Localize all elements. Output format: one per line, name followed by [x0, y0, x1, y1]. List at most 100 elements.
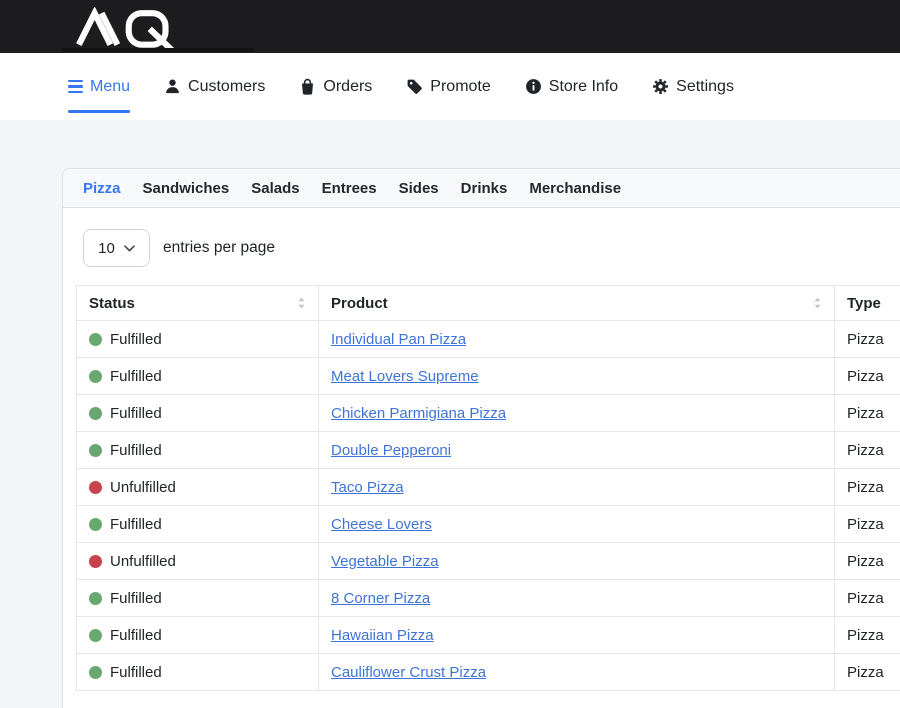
page-size-row: 10 entries per page: [83, 229, 900, 267]
product-cell: Hawaiian Pizza: [319, 617, 835, 654]
nav-item-settings[interactable]: Settings: [652, 78, 734, 96]
logo-underline: [62, 48, 254, 52]
status-cell: Fulfilled: [77, 395, 319, 432]
column-header-type[interactable]: Type: [835, 286, 900, 321]
product-cell: Taco Pizza: [319, 469, 835, 506]
nav-item-label: Customers: [188, 78, 265, 96]
status-dot-icon: [89, 444, 102, 457]
status-dot-icon: [89, 481, 102, 494]
table-row: Fulfilled Chicken Parmigiana Pizza Pizza: [77, 395, 900, 432]
category-tabs: Pizza Sandwiches Salads Entrees Sides Dr…: [63, 169, 900, 208]
tab-pizza[interactable]: Pizza: [83, 180, 121, 197]
status-dot-icon: [89, 407, 102, 420]
column-label: Status: [89, 295, 135, 312]
type-cell: Pizza: [835, 580, 900, 617]
tab-entrees[interactable]: Entrees: [322, 180, 377, 197]
tag-icon: [406, 78, 423, 95]
status-cell: Unfulfilled: [77, 543, 319, 580]
status-cell: Fulfilled: [77, 432, 319, 469]
bag-icon: [299, 78, 316, 95]
card-body: 10 entries per page Status: [63, 208, 900, 708]
column-header-status[interactable]: Status: [77, 286, 319, 321]
menu-icon: [68, 80, 83, 94]
nav-item-promote[interactable]: Promote: [406, 78, 490, 96]
product-link[interactable]: Cauliflower Crust Pizza: [331, 664, 486, 681]
type-cell: Pizza: [835, 469, 900, 506]
page-size-label: entries per page: [163, 239, 275, 257]
info-icon: [525, 78, 542, 95]
page-size-select[interactable]: 10: [83, 229, 150, 267]
gear-icon: [652, 78, 669, 95]
status-label: Fulfilled: [110, 368, 162, 385]
status-cell: Fulfilled: [77, 617, 319, 654]
nav-item-customers[interactable]: Customers: [164, 78, 265, 96]
tab-drinks[interactable]: Drinks: [461, 180, 508, 197]
tab-merchandise[interactable]: Merchandise: [529, 180, 621, 197]
nav-item-label: Store Info: [549, 78, 618, 96]
type-cell: Pizza: [835, 432, 900, 469]
status-label: Fulfilled: [110, 405, 162, 422]
status-label: Fulfilled: [110, 516, 162, 533]
status-cell: Unfulfilled: [77, 469, 319, 506]
person-icon: [164, 78, 181, 95]
table-row: Unfulfilled Taco Pizza Pizza: [77, 469, 900, 506]
table-body: Fulfilled Individual Pan Pizza Pizza Ful…: [77, 321, 900, 691]
product-link[interactable]: Individual Pan Pizza: [331, 331, 466, 348]
status-label: Fulfilled: [110, 442, 162, 459]
column-label: Product: [331, 295, 388, 312]
products-table: Status Product Type Fulfi: [76, 285, 900, 691]
page-size-value: 10: [98, 240, 115, 257]
sort-icon[interactable]: [297, 297, 306, 309]
product-cell: Chicken Parmigiana Pizza: [319, 395, 835, 432]
table-header-row: Status Product Type: [77, 286, 900, 321]
nav-item-label: Promote: [430, 78, 490, 96]
status-cell: Fulfilled: [77, 321, 319, 358]
product-link[interactable]: Cheese Lovers: [331, 516, 432, 533]
status-dot-icon: [89, 555, 102, 568]
status-dot-icon: [89, 592, 102, 605]
product-link[interactable]: Double Pepperoni: [331, 442, 451, 459]
tab-salads[interactable]: Salads: [251, 180, 299, 197]
status-cell: Fulfilled: [77, 654, 319, 691]
sort-icon[interactable]: [813, 297, 822, 309]
nav-item-menu[interactable]: Menu: [68, 78, 130, 96]
nav-item-orders[interactable]: Orders: [299, 78, 372, 96]
type-cell: Pizza: [835, 654, 900, 691]
status-label: Unfulfilled: [110, 479, 176, 496]
product-link[interactable]: Vegetable Pizza: [331, 553, 439, 570]
status-dot-icon: [89, 666, 102, 679]
status-dot-icon: [89, 518, 102, 531]
table-row: Fulfilled Individual Pan Pizza Pizza: [77, 321, 900, 358]
product-cell: Cheese Lovers: [319, 506, 835, 543]
status-label: Fulfilled: [110, 590, 162, 607]
tab-sandwiches[interactable]: Sandwiches: [143, 180, 230, 197]
type-cell: Pizza: [835, 543, 900, 580]
table-row: Fulfilled Hawaiian Pizza Pizza: [77, 617, 900, 654]
product-cell: Meat Lovers Supreme: [319, 358, 835, 395]
tab-sides[interactable]: Sides: [399, 180, 439, 197]
product-link[interactable]: 8 Corner Pizza: [331, 590, 430, 607]
type-cell: Pizza: [835, 617, 900, 654]
status-cell: Fulfilled: [77, 358, 319, 395]
product-link[interactable]: Meat Lovers Supreme: [331, 368, 479, 385]
page-content: Pizza Sandwiches Salads Entrees Sides Dr…: [0, 120, 900, 708]
type-cell: Pizza: [835, 358, 900, 395]
product-link[interactable]: Taco Pizza: [331, 479, 404, 496]
product-link[interactable]: Chicken Parmigiana Pizza: [331, 405, 506, 422]
brand-logo[interactable]: [62, 7, 192, 49]
status-dot-icon: [89, 370, 102, 383]
nav-item-label: Menu: [90, 78, 130, 96]
status-label: Fulfilled: [110, 664, 162, 681]
table-row: Fulfilled 8 Corner Pizza Pizza: [77, 580, 900, 617]
table-row: Fulfilled Cauliflower Crust Pizza Pizza: [77, 654, 900, 691]
product-cell: Vegetable Pizza: [319, 543, 835, 580]
product-link[interactable]: Hawaiian Pizza: [331, 627, 434, 644]
status-dot-icon: [89, 333, 102, 346]
product-cell: 8 Corner Pizza: [319, 580, 835, 617]
table-row: Fulfilled Double Pepperoni Pizza: [77, 432, 900, 469]
column-header-product[interactable]: Product: [319, 286, 835, 321]
nav-item-store-info[interactable]: Store Info: [525, 78, 618, 96]
table-row: Unfulfilled Vegetable Pizza Pizza: [77, 543, 900, 580]
menu-card: Pizza Sandwiches Salads Entrees Sides Dr…: [62, 168, 900, 708]
status-cell: Fulfilled: [77, 580, 319, 617]
